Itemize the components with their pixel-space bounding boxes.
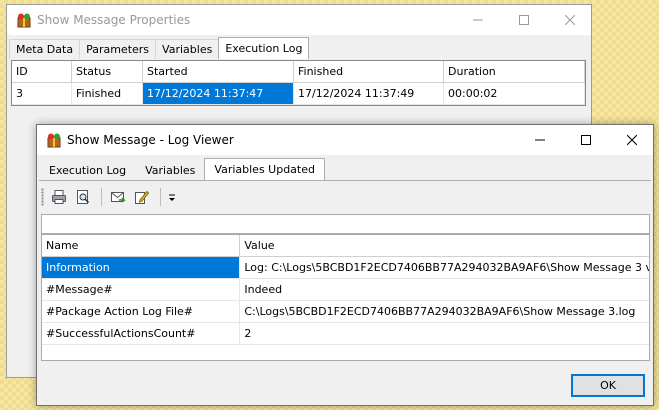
search-input[interactable] [41,214,650,234]
tab-execution-log[interactable]: Execution Log [39,160,136,180]
cell-id: 3 [12,83,72,104]
toolbar-overflow-button[interactable] [166,186,178,208]
log-viewer-window: Show Message - Log Viewer Execution Log … [36,124,654,406]
cell-status: Finished [72,83,143,104]
minimize-icon [535,139,545,141]
window-title: Show Message - Log Viewer [67,133,234,147]
print-button[interactable] [48,186,70,208]
column-header-started[interactable]: Started [143,61,294,82]
table-row[interactable]: #Package Action Log File# C:\Logs\5BCBD1… [42,301,649,323]
maximize-icon [581,135,591,145]
maximize-icon [519,15,529,25]
tab-variables-updated[interactable]: Variables Updated [204,158,325,180]
cell-duration: 00:00:02 [444,83,585,104]
cell-started: 17/12/2024 11:37:47 [143,83,294,104]
cell-value: 2 [244,327,252,340]
table-row[interactable]: 3 Finished 17/12/2024 11:37:47 17/12/202… [12,83,585,105]
ok-button[interactable]: OK [571,374,645,397]
toolbar-grip [41,188,44,206]
app-icon [46,132,62,148]
minimize-button[interactable] [517,125,563,155]
cell-value: Log: C:\Logs\5BCBD1F2ECD7406BB77A294032B… [244,261,649,274]
minimize-icon [473,19,483,21]
close-button[interactable] [609,125,655,155]
print-preview-icon [77,190,90,204]
close-icon [627,135,637,145]
print-preview-button[interactable] [72,186,94,208]
dropdown-arrow-icon [169,194,175,201]
table-row[interactable]: #Message# Indeed [42,279,649,301]
cell-value: C:\Logs\5BCBD1F2ECD7406BB77A294032BA9AF6… [244,305,636,318]
column-header-finished[interactable]: Finished [294,61,444,82]
log-viewer-titlebar[interactable]: Show Message - Log Viewer [37,125,653,155]
cell-name: #Message# [42,279,241,300]
table-row[interactable]: #SuccessfulActionsCount# 2 [42,323,649,345]
window-title: Show Message Properties [37,13,191,27]
column-header-id[interactable]: ID [12,61,72,82]
close-button[interactable] [547,5,593,35]
toolbar-separator [160,188,161,206]
app-icon [16,12,32,28]
tab-parameters[interactable]: Parameters [79,39,157,59]
properties-tabs: Meta Data Parameters Variables Execution… [9,37,591,59]
properties-titlebar[interactable]: Show Message Properties [7,5,591,35]
send-email-button[interactable] [107,186,129,208]
column-header-value[interactable]: Value [240,235,649,256]
table-row[interactable]: Information Log: C:\Logs\5BCBD1F2ECD7406… [42,257,649,279]
table-header: ID Status Started Finished Duration [12,61,585,83]
print-icon [52,190,66,204]
cell-value: Indeed [244,283,283,296]
column-header-status[interactable]: Status [72,61,143,82]
cell-finished: 17/12/2024 11:37:49 [294,83,444,104]
column-header-name[interactable]: Name [42,235,241,256]
table-header: Name Value [42,235,649,257]
send-email-icon [111,192,126,203]
cell-name: #Package Action Log File# [42,301,241,322]
execution-log-table: ID Status Started Finished Duration 3 Fi… [11,60,586,106]
close-icon [565,15,575,25]
column-header-duration[interactable]: Duration [444,61,585,82]
variables-table: Name Value Information Log: C:\Logs\5BCB… [41,234,650,361]
tab-execution-log[interactable]: Execution Log [218,37,310,59]
cell-name: #SuccessfulActionsCount# [42,323,241,344]
edit-button[interactable] [131,186,153,208]
log-viewer-tabs: Execution Log Variables Variables Update… [39,158,651,181]
tab-variables[interactable]: Variables [135,160,205,180]
minimize-button[interactable] [455,5,501,35]
tab-variables[interactable]: Variables [155,39,220,59]
maximize-button[interactable] [501,5,547,35]
maximize-button[interactable] [563,125,609,155]
toolbar-separator [101,188,102,206]
tab-meta-data[interactable]: Meta Data [9,39,81,59]
edit-icon [135,190,150,204]
cell-name: Information [42,257,241,278]
log-viewer-toolbar [41,185,180,209]
